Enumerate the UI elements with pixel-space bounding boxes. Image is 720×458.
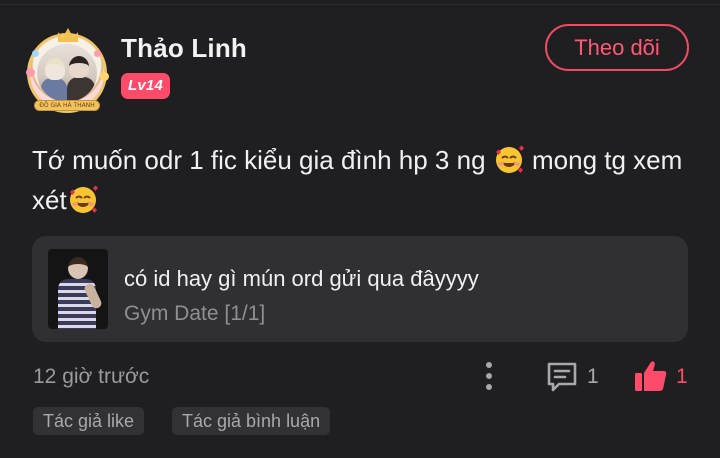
comment-icon[interactable] (545, 361, 579, 393)
avatar-photo (37, 44, 97, 102)
level-badge: Lv14 (121, 73, 170, 99)
quoted-story-subtitle[interactable]: Gym Date [1/1] (124, 302, 265, 326)
tag-author-liked: Tác giả like (33, 407, 145, 435)
comment-text-part1: Tớ muốn odr 1 fic kiểu gia đình hp 3 ng (32, 145, 486, 175)
comment-item: ĐỖ GIA HÀ THANH Thảo Linh Lv14 Theo dõi … (0, 0, 720, 458)
like-count: 1 (676, 365, 688, 388)
divider (0, 4, 720, 5)
timestamp: 12 giờ trước (33, 365, 150, 388)
quoted-story-title[interactable]: có id hay gì mún ord gửi qua đâyyyy (124, 266, 479, 292)
avatar-decoration (100, 72, 109, 81)
thumbs-up-icon[interactable] (633, 359, 669, 393)
avatar-ribbon-text: ĐỖ GIA HÀ THANH (39, 102, 95, 109)
username[interactable]: Thảo Linh (121, 33, 247, 64)
comment-count: 1 (587, 365, 599, 388)
story-cover-image[interactable] (48, 249, 108, 329)
avatar-decoration (94, 50, 101, 57)
tag-author-commented: Tác giả bình luận (172, 407, 331, 435)
smiling-face-with-hearts-icon (67, 184, 99, 214)
avatar-decoration (26, 68, 35, 77)
avatar[interactable]: ĐỖ GIA HÀ THANH (24, 28, 110, 114)
more-options-icon[interactable] (478, 360, 502, 392)
avatar-decoration (32, 50, 39, 57)
follow-button[interactable]: Theo dõi (545, 24, 689, 71)
avatar-ribbon: ĐỖ GIA HÀ THANH (34, 100, 100, 111)
smiling-face-with-hearts-icon (493, 144, 525, 174)
comment-text: Tớ muốn odr 1 fic kiểu gia đình hp 3 ng … (32, 140, 692, 220)
